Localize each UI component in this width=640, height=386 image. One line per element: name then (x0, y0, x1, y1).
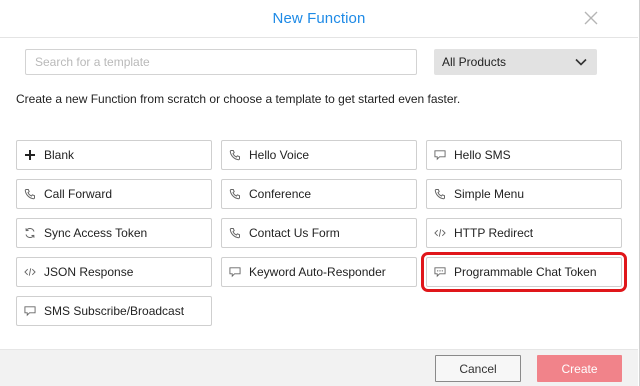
template-tile[interactable]: Blank (16, 140, 212, 170)
template-tile-label: SMS Subscribe/Broadcast (44, 304, 185, 318)
chat-bubble-icon (434, 149, 446, 161)
template-tile[interactable]: Call Forward (16, 179, 212, 209)
code-icon (24, 266, 36, 278)
phone-icon (229, 188, 241, 200)
template-grid: Blank Hello Voice Hello SMS Call Forward Con… (16, 140, 627, 336)
plus-icon (24, 149, 36, 161)
cancel-button[interactable]: Cancel (435, 355, 521, 382)
chat-dots-icon (434, 266, 446, 278)
template-search-input[interactable] (25, 49, 417, 75)
template-tile-label: Contact Us Form (249, 226, 340, 240)
template-tile-label: Keyword Auto-Responder (249, 265, 386, 279)
template-tile-label: Hello Voice (249, 148, 310, 162)
template-tile-label: Conference (249, 187, 312, 201)
new-function-dialog: New Function All Products Create a new F… (0, 0, 640, 386)
dialog-title: New Function (272, 10, 366, 27)
template-tile[interactable]: HTTP Redirect (426, 218, 622, 248)
phone-icon (229, 227, 241, 239)
template-tile[interactable]: Conference (221, 179, 417, 209)
intro-text: Create a new Function from scratch or ch… (16, 92, 461, 106)
dialog-header: New Function (0, 0, 638, 38)
phone-icon (229, 149, 241, 161)
template-tile-label: Blank (44, 148, 75, 162)
dialog-footer: Cancel Create (0, 349, 638, 386)
template-tile-label: Simple Menu (454, 187, 525, 201)
code-icon (434, 227, 446, 239)
template-tile[interactable]: JSON Response (16, 257, 212, 287)
chat-bubble-icon (229, 266, 241, 278)
chevron-down-icon (575, 55, 587, 69)
template-tile[interactable]: Keyword Auto-Responder (221, 257, 417, 287)
template-tile-label: Hello SMS (454, 148, 511, 162)
template-tile-label: Call Forward (44, 187, 113, 201)
sync-icon (24, 227, 36, 239)
template-tile[interactable]: Hello Voice (221, 140, 417, 170)
template-tile-label: Sync Access Token (44, 226, 148, 240)
phone-icon (24, 188, 36, 200)
product-filter-select[interactable]: All Products (434, 49, 597, 75)
template-tile[interactable]: Contact Us Form (221, 218, 417, 248)
template-tile[interactable]: Programmable Chat Token (421, 252, 627, 292)
chat-bubble-icon (24, 305, 36, 317)
template-tile-label: JSON Response (44, 265, 134, 279)
template-tile[interactable]: Sync Access Token (16, 218, 212, 248)
close-icon[interactable] (583, 10, 599, 26)
product-filter-value: All Products (442, 55, 507, 69)
create-button[interactable]: Create (537, 355, 622, 382)
template-tile[interactable]: Simple Menu (426, 179, 622, 209)
template-tile[interactable]: SMS Subscribe/Broadcast (16, 296, 212, 326)
template-tile[interactable]: Hello SMS (426, 140, 622, 170)
phone-icon (434, 188, 446, 200)
template-tile-label: Programmable Chat Token (454, 265, 597, 279)
template-tile-label: HTTP Redirect (454, 226, 534, 240)
